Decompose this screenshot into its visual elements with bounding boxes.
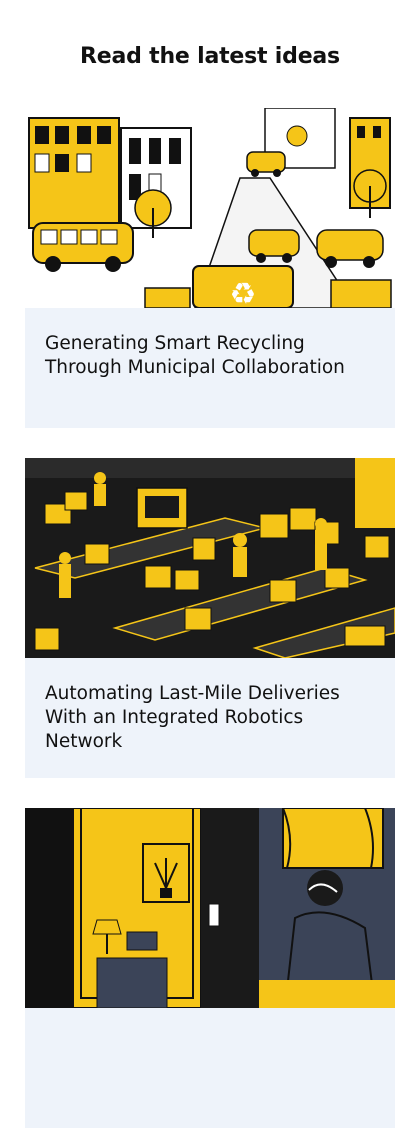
article-title[interactable]: Automating Last-Mile Deliveries With an …	[45, 682, 375, 754]
svg-text:♻: ♻	[230, 277, 257, 308]
article-card-body	[25, 1008, 395, 1128]
article-card[interactable]: Automating Last-Mile Deliveries With an …	[25, 458, 395, 778]
article-card-body: Generating Smart Recycling Through Munic…	[25, 308, 395, 428]
city-recycling-illustration[interactable]: ♻	[25, 108, 395, 308]
article-title[interactable]: Generating Smart Recycling Through Munic…	[45, 332, 375, 380]
article-card-body: Automating Last-Mile Deliveries With an …	[25, 658, 395, 778]
article-card[interactable]	[25, 808, 395, 1128]
interior-bedroom-illustration[interactable]	[25, 808, 395, 1008]
section-heading: Read the latest ideas	[80, 44, 340, 69]
article-card[interactable]: ♻ Generating Smart Recycling Through Mun…	[25, 108, 395, 428]
warehouse-robotics-illustration[interactable]	[25, 458, 395, 658]
